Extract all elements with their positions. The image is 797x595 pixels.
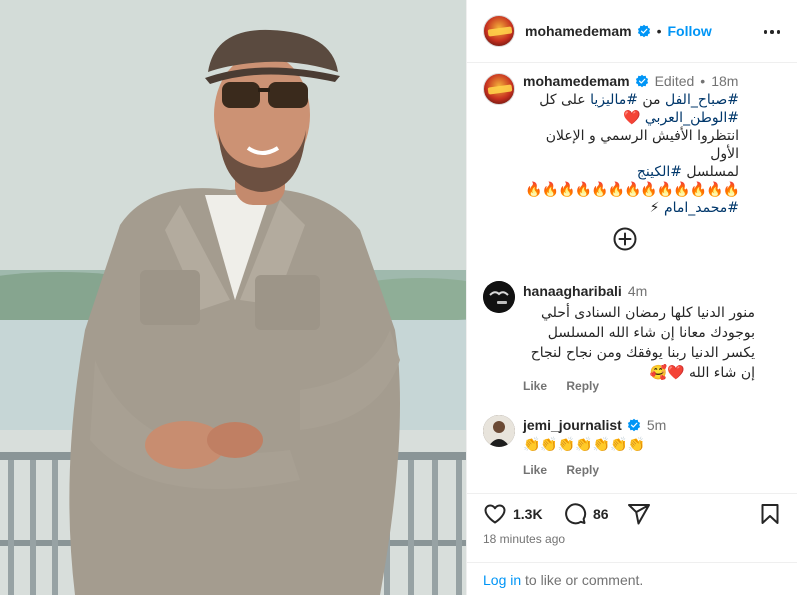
comment-count[interactable]: 86 xyxy=(593,506,609,522)
man-in-cap-photo xyxy=(0,0,466,595)
caption-word: لمسلسل xyxy=(686,164,739,180)
caption-header: mohamedemam Edited • 18m xyxy=(523,73,738,89)
comment-username[interactable]: jemi_journalist xyxy=(523,417,622,433)
login-link[interactable]: Log in xyxy=(483,572,521,588)
comment-icon xyxy=(565,503,587,525)
comment-reply-button[interactable]: Reply xyxy=(566,463,599,477)
comment-text: منور الدنيا كلها رمضان السنادى أحلي بوجو… xyxy=(530,305,755,381)
hashtag-link[interactable]: #ماليزيا xyxy=(590,92,638,108)
comment-username[interactable]: hanaagharibali xyxy=(523,283,622,299)
comment-button[interactable]: 86 xyxy=(563,502,609,526)
caption-word: على كل xyxy=(539,92,586,108)
caption-dot: • xyxy=(700,73,706,89)
follow-button[interactable]: Follow xyxy=(668,23,712,39)
login-prompt-text: to like or comment. xyxy=(521,572,644,588)
hashtag-link[interactable]: #صباح_الفل xyxy=(665,92,739,108)
post-side-panel: mohamedemam • Follow mohamedemam Edited … xyxy=(466,0,797,595)
share-icon xyxy=(628,504,650,525)
post-action-bar: 1.3K 86 xyxy=(467,493,797,533)
verified-badge-icon xyxy=(627,418,640,432)
comment-actions: Like Reply xyxy=(523,379,615,393)
fire-emoji-line: 🔥🔥🔥🔥🔥🔥🔥🔥🔥🔥🔥🔥🔥 xyxy=(525,182,740,198)
share-button[interactable] xyxy=(627,502,651,526)
caption-username[interactable]: mohamedemam xyxy=(523,73,630,89)
more-horizontal-icon[interactable] xyxy=(762,22,782,42)
hashtag-link[interactable]: #محمد_امام xyxy=(664,200,739,216)
commenter-avatar-icon xyxy=(483,281,515,313)
caption-text: #صباح_الفل من #ماليزيا على كل #الوطن_الع… xyxy=(523,91,740,217)
author-avatar[interactable] xyxy=(483,15,515,47)
post-photo[interactable] xyxy=(0,0,466,595)
comment-text: 👏👏👏👏👏👏👏 xyxy=(523,437,646,453)
posted-time[interactable]: 18 minutes ago xyxy=(483,532,565,546)
post-header: mohamedemam • Follow xyxy=(467,0,797,63)
comment-like-button[interactable]: Like xyxy=(523,379,547,393)
comment-like-button[interactable]: Like xyxy=(523,463,547,477)
like-button[interactable]: 1.3K xyxy=(483,502,543,526)
lightning-emoji: ⚡ xyxy=(649,200,660,216)
commenter-avatar[interactable] xyxy=(483,281,515,313)
verified-badge-icon xyxy=(637,24,650,38)
commenter-avatar[interactable] xyxy=(483,415,515,447)
save-button[interactable] xyxy=(758,502,782,526)
bookmark-icon xyxy=(761,504,779,524)
verified-badge-icon xyxy=(635,74,648,88)
heart-icon xyxy=(484,504,506,524)
hashtag-link[interactable]: #الوطن_العربي xyxy=(645,110,739,126)
caption-line: انتظروا الأفيش الرسمي و الإعلان الأول xyxy=(545,128,739,162)
comment-reply-button[interactable]: Reply xyxy=(566,379,599,393)
plus-circle-icon[interactable] xyxy=(613,227,637,251)
edited-label: Edited xyxy=(654,73,695,89)
comment-time[interactable]: 4m xyxy=(628,283,647,299)
caption-time[interactable]: 18m xyxy=(711,73,738,89)
heart-emoji: ❤️ xyxy=(622,110,641,126)
caption-word: من xyxy=(642,92,661,108)
instagram-post: mohamedemam • Follow mohamedemam Edited … xyxy=(0,0,797,595)
comment-header: hanaagharibali 4m xyxy=(523,283,647,299)
like-count[interactable]: 1.3K xyxy=(513,506,543,522)
comment-item: hanaagharibali 4m منور الدنيا كلها رمضان… xyxy=(483,281,783,396)
login-prompt: Log in to like or comment. xyxy=(467,562,797,595)
header-separator: • xyxy=(656,23,662,39)
caption-author-avatar[interactable] xyxy=(483,73,515,105)
hashtag-link[interactable]: #الكينج xyxy=(637,164,682,180)
comment-actions: Like Reply xyxy=(523,463,615,477)
comment-time[interactable]: 5m xyxy=(647,417,666,433)
comment-item: jemi_journalist 5m 👏👏👏👏👏👏👏 Like Reply xyxy=(483,415,783,485)
comment-header: jemi_journalist 5m xyxy=(523,417,666,433)
author-username[interactable]: mohamedemam xyxy=(525,23,632,39)
commenter-avatar-icon xyxy=(483,415,515,447)
